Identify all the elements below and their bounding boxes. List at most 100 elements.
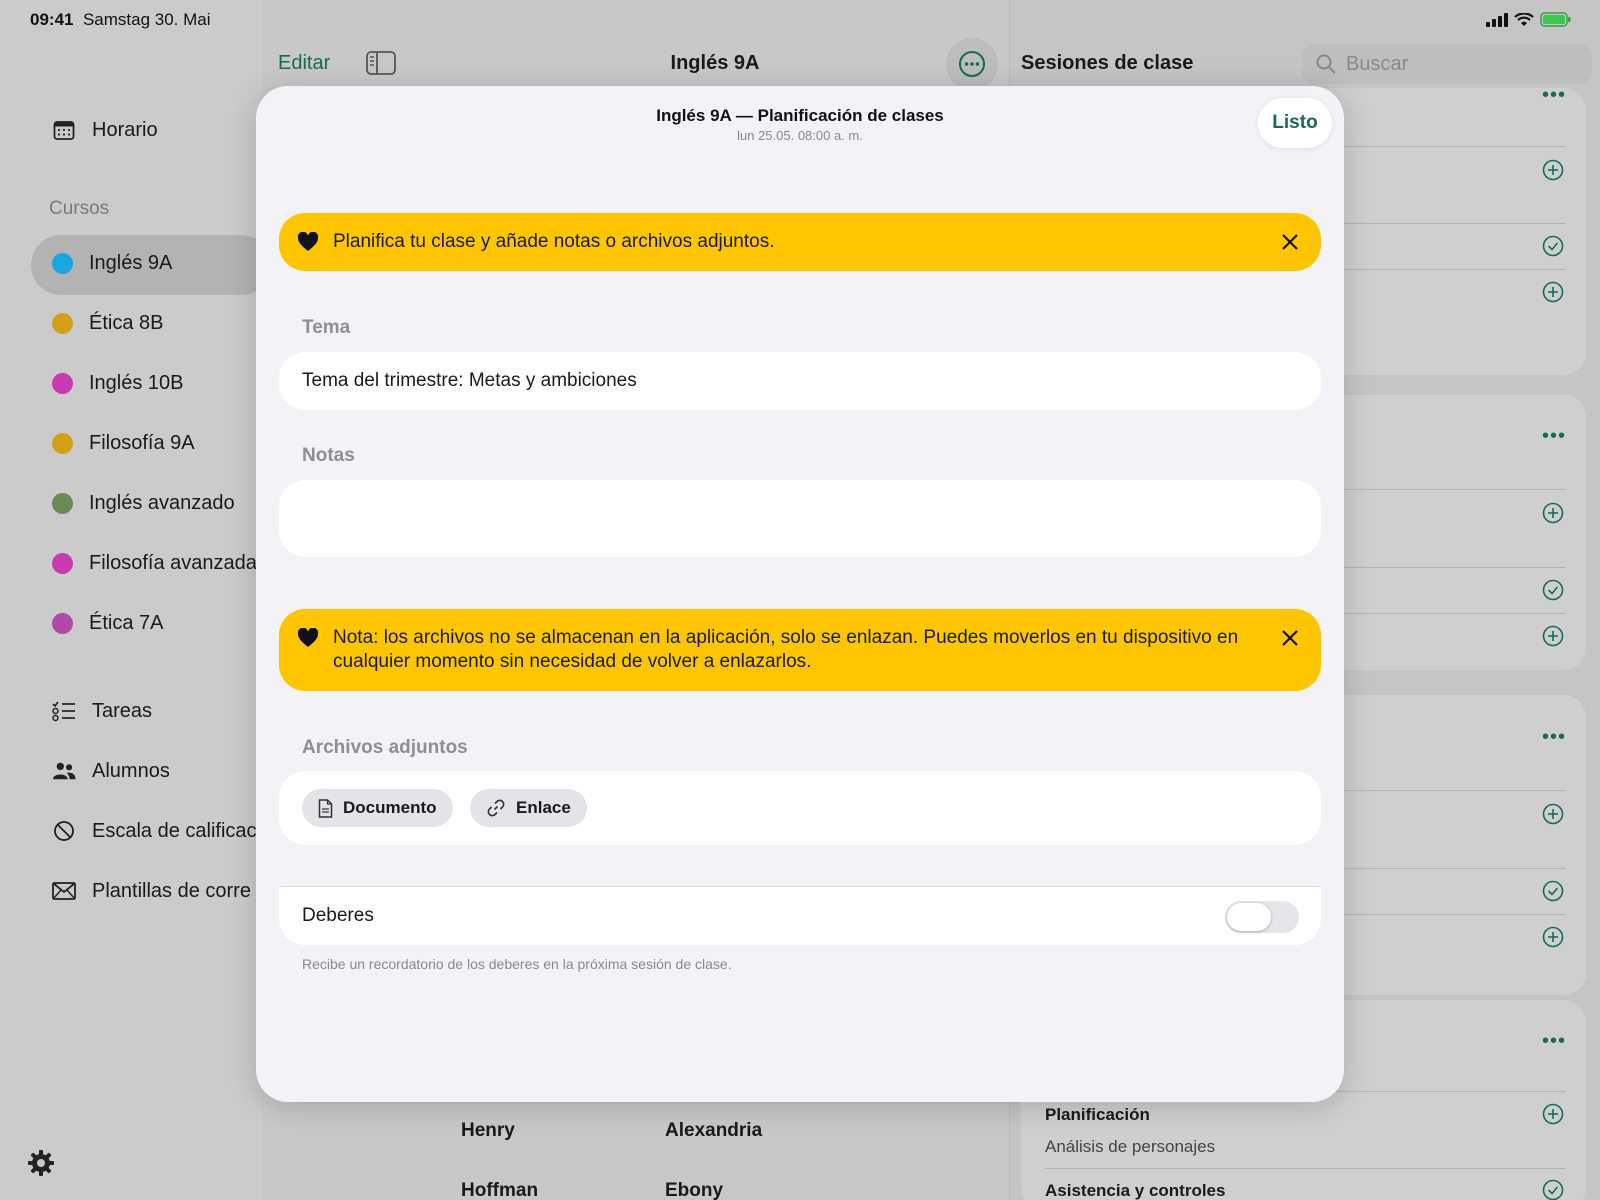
heart-icon <box>297 628 319 648</box>
course-color-dot <box>52 613 73 634</box>
banner-text: Planifica tu clase y añade notas o archi… <box>333 231 775 252</box>
divider <box>1320 146 1566 147</box>
wifi-icon <box>1514 12 1534 26</box>
attachments-label: Archivos adjuntos <box>302 737 468 758</box>
course-color-dot <box>52 253 73 274</box>
search-placeholder: Buscar <box>1346 52 1409 75</box>
divider <box>1320 489 1566 490</box>
toggle-sidebar-icon[interactable] <box>366 51 396 80</box>
add-document-button[interactable]: Documento <box>302 789 453 827</box>
course-label: Filosofía 9A <box>89 432 195 454</box>
heart-icon <box>297 232 319 252</box>
battery-icon <box>1540 12 1571 27</box>
people-icon <box>52 759 76 783</box>
topic-field[interactable]: Tema del trimestre: Metas y ambiciones <box>279 352 1321 410</box>
course-label: Ética 8B <box>89 312 164 334</box>
course-color-dot <box>52 553 73 574</box>
sidebar-course-filosofia-avanzada[interactable]: Filosofía avanzada <box>52 552 257 575</box>
divider <box>1320 223 1566 224</box>
sheet-subtitle: lun 25.05. 08:00 a. m. <box>737 128 863 143</box>
notes-field[interactable] <box>279 480 1321 557</box>
checkmark-circle-icon[interactable] <box>1542 579 1564 601</box>
add-circle-icon[interactable] <box>1542 1103 1564 1125</box>
add-circle-icon[interactable] <box>1542 926 1564 948</box>
course-label: Inglés 10B <box>89 372 184 394</box>
cellular-signal-icon <box>1486 12 1508 27</box>
sidebar-course-etica-8b[interactable]: Ética 8B <box>52 312 163 335</box>
sidebar-item-email-templates[interactable]: Plantillas de corre <box>52 879 251 903</box>
student-first-name: Henry <box>461 1120 515 1141</box>
document-button-label: Documento <box>343 798 437 817</box>
files-info-banner: Nota: los archivos no se almacenan en la… <box>279 609 1321 691</box>
edit-button[interactable]: Editar <box>278 52 330 75</box>
status-time: 09:41 Samstag 30. Mai <box>30 10 211 30</box>
course-color-dot <box>52 313 73 334</box>
clock: 09:41 <box>30 10 74 29</box>
add-circle-icon[interactable] <box>1542 281 1564 303</box>
course-color-dot <box>52 373 73 394</box>
topic-label: Tema <box>302 317 351 338</box>
close-icon[interactable] <box>1279 231 1301 253</box>
sidebar-item-grading-scale[interactable]: Escala de calificac <box>52 819 257 843</box>
checklist-icon <box>52 699 76 723</box>
add-circle-icon[interactable] <box>1542 803 1564 825</box>
settings-gear-icon[interactable] <box>26 1148 56 1178</box>
grading-scale-icon <box>52 819 76 843</box>
sidebar-course-ingles-avanzado[interactable]: Inglés avanzado <box>52 492 235 515</box>
ellipsis-circle-icon <box>959 51 985 77</box>
search-field[interactable]: Buscar <box>1302 44 1592 84</box>
sidebar-course-ingles-9a[interactable]: Inglés 9A <box>52 252 172 275</box>
divider <box>1320 269 1566 270</box>
sidebar-item-students[interactable]: Alumnos <box>52 759 170 783</box>
planning-label: Planificación <box>1045 1105 1150 1124</box>
sidebar-item-label: Alumnos <box>92 759 170 782</box>
divider <box>1320 914 1566 915</box>
homework-toggle[interactable] <box>1225 901 1299 933</box>
toggle-knob <box>1227 903 1271 931</box>
session-more-icon[interactable]: ••• <box>1542 425 1566 448</box>
sidebar <box>0 0 262 1200</box>
checkmark-circle-icon[interactable] <box>1542 880 1564 902</box>
sidebar-course-etica-7a[interactable]: Ética 7A <box>52 612 163 635</box>
planning-value: Análisis de personajes <box>1045 1137 1216 1156</box>
session-more-icon[interactable]: ••• <box>1542 1030 1566 1053</box>
course-label: Inglés 9A <box>89 252 173 274</box>
course-label: Ética 7A <box>89 612 164 634</box>
lesson-planning-sheet: Inglés 9A — Planificación de clases lun … <box>256 86 1344 1102</box>
add-circle-icon[interactable] <box>1542 625 1564 647</box>
homework-hint: Recibe un recordatorio de los deberes en… <box>302 956 732 972</box>
add-circle-icon[interactable] <box>1542 502 1564 524</box>
sidebar-course-ingles-10b[interactable]: Inglés 10B <box>52 372 184 395</box>
checkmark-circle-icon[interactable] <box>1542 235 1564 257</box>
status-bar: 09:41 Samstag 30. Mai <box>0 0 1600 36</box>
session-more-icon[interactable]: ••• <box>1542 726 1566 749</box>
homework-label: Deberes <box>302 905 374 926</box>
done-button[interactable]: Listo <box>1258 98 1332 148</box>
sidebar-item-tasks[interactable]: Tareas <box>52 699 152 723</box>
add-circle-icon[interactable] <box>1542 159 1564 181</box>
sidebar-item-label: Tareas <box>92 699 153 722</box>
link-button-label: Enlace <box>516 798 571 817</box>
course-color-dot <box>52 433 73 454</box>
notes-label: Notas <box>302 445 355 466</box>
homework-row: Deberes <box>279 887 1321 945</box>
divider <box>1320 790 1566 791</box>
sidebar-course-filosofia-9a[interactable]: Filosofía 9A <box>52 432 195 455</box>
checkmark-circle-icon[interactable] <box>1542 1179 1564 1200</box>
close-icon[interactable] <box>1279 627 1301 649</box>
course-title: Inglés 9A <box>670 52 760 74</box>
envelope-icon <box>52 879 76 903</box>
add-link-button[interactable]: Enlace <box>470 789 587 827</box>
divider <box>1045 1168 1566 1169</box>
status-icons <box>1486 12 1572 27</box>
session-more-icon[interactable]: ••• <box>1542 84 1566 107</box>
sidebar-item-schedule[interactable]: Horario <box>52 118 158 142</box>
course-color-dot <box>52 493 73 514</box>
sheet-title: Inglés 9A — Planificación de clases <box>656 106 944 125</box>
student-last-name: Hoffman <box>461 1180 539 1200</box>
more-options-button[interactable] <box>946 38 998 90</box>
divider <box>1320 868 1566 869</box>
date: Samstag 30. Mai <box>82 10 211 29</box>
courses-section-header: Cursos <box>49 198 110 219</box>
document-icon <box>318 798 333 818</box>
